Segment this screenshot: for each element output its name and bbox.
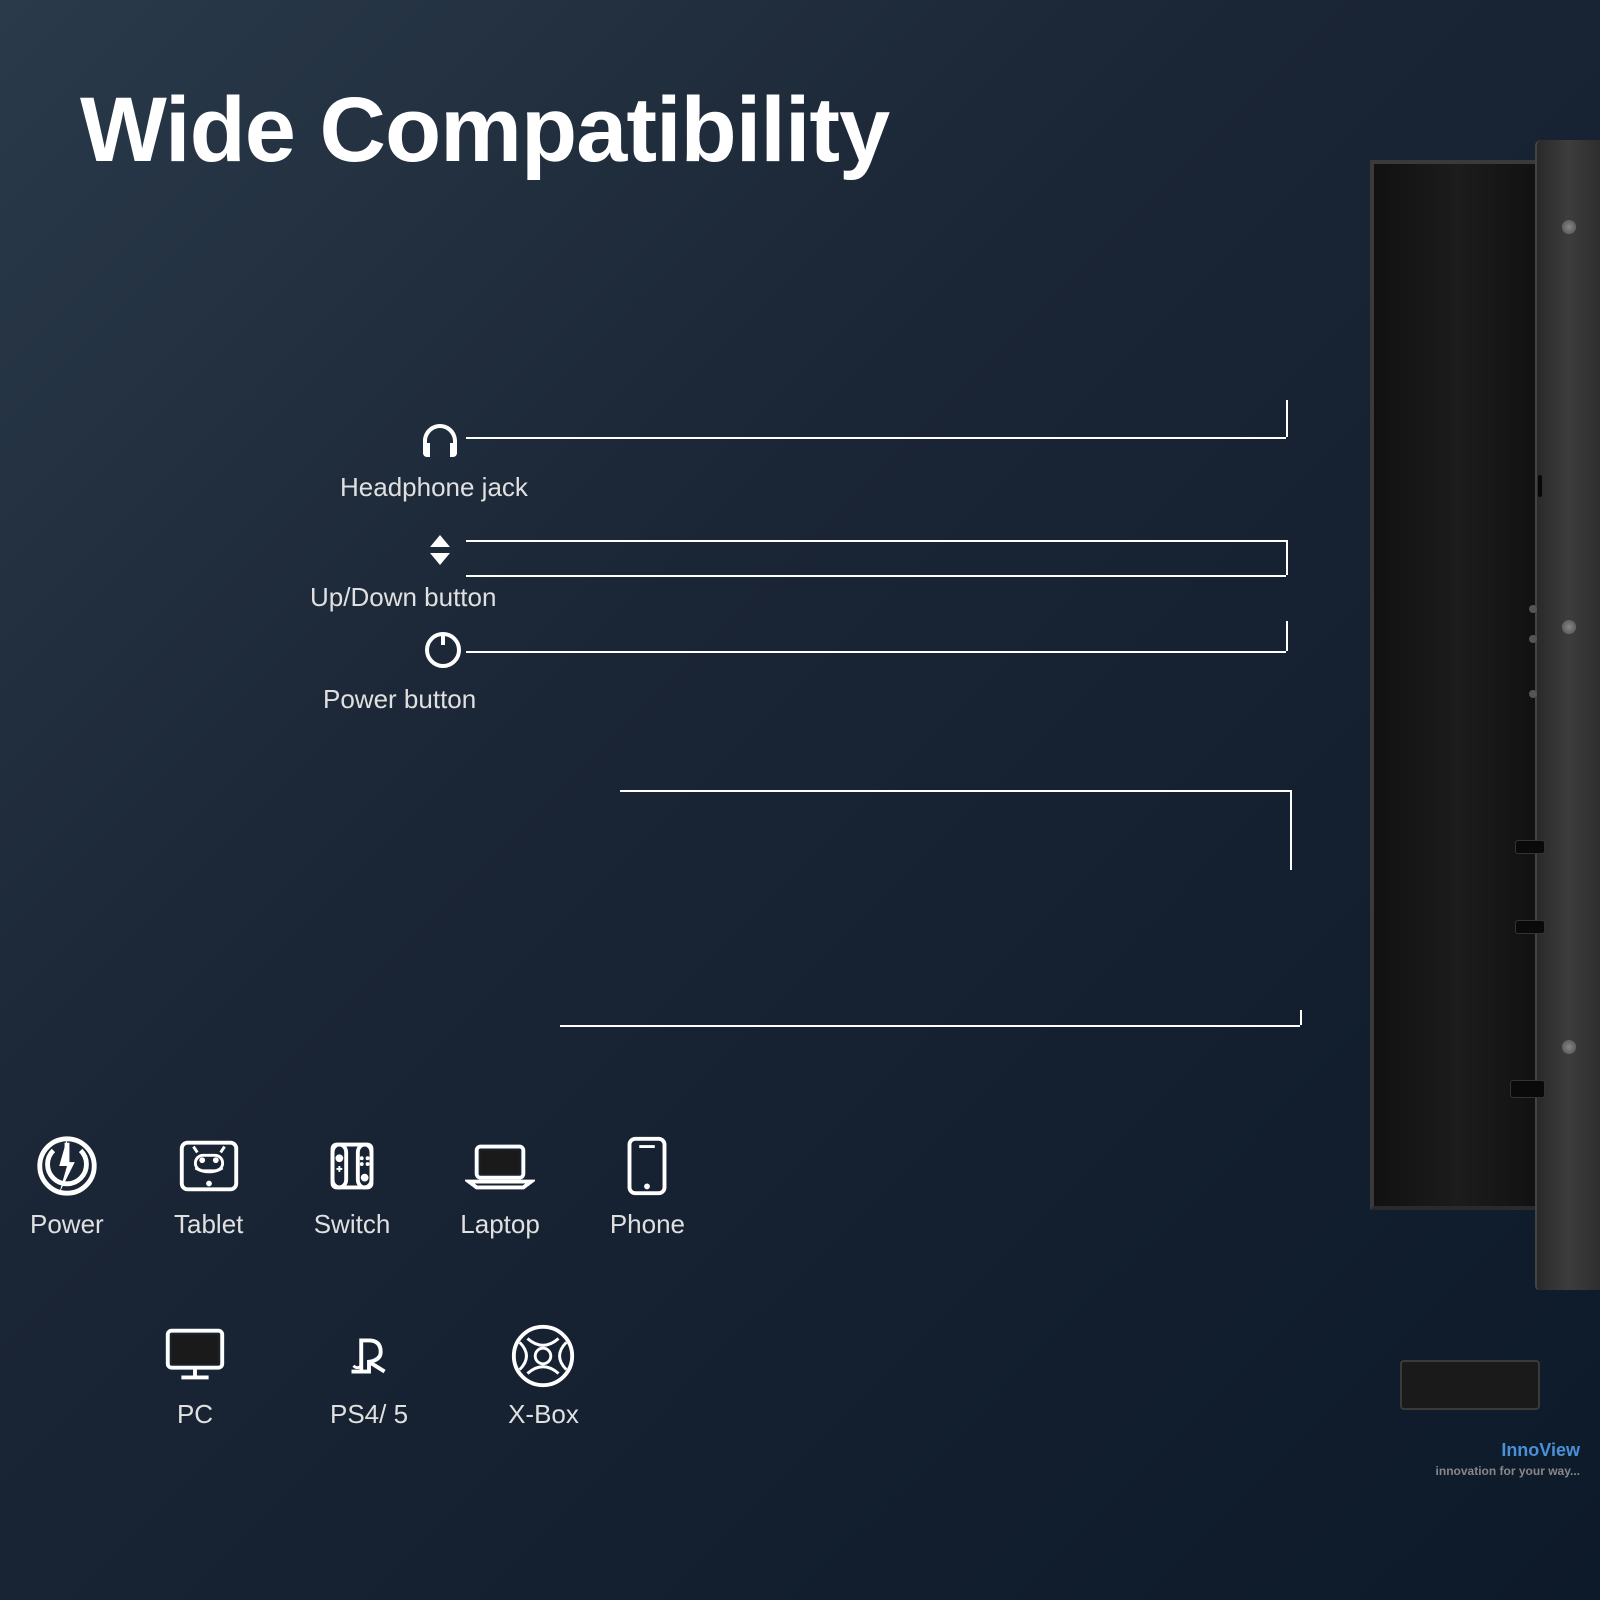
power-line	[466, 651, 1286, 653]
tablet-label: Tablet	[174, 1209, 243, 1240]
headphone-vline	[1286, 400, 1288, 437]
btn-down	[1529, 635, 1537, 643]
tablet-icon	[174, 1131, 244, 1201]
headphone-icon	[415, 418, 465, 468]
brand-watermark: InnoView innovation for your way...	[1436, 1438, 1580, 1480]
screw-bot	[1562, 1040, 1576, 1054]
switch-icon	[317, 1131, 387, 1201]
updown-icon	[415, 525, 465, 575]
monitor-device	[1250, 80, 1600, 1540]
power-btn-icon	[418, 625, 468, 675]
pc-label: PC	[177, 1399, 213, 1430]
compat-phone: Phone	[610, 1131, 685, 1240]
usbc-port-2	[1515, 920, 1545, 934]
power-icon	[32, 1131, 102, 1201]
main-container: Wide Compatibility	[0, 0, 1600, 1600]
phone-vline	[1290, 790, 1292, 870]
xbox-vline	[1300, 1010, 1302, 1025]
power-vline	[1286, 621, 1288, 651]
headphone-port	[1538, 475, 1542, 497]
laptop-icon	[465, 1131, 535, 1201]
phone-icon	[612, 1131, 682, 1201]
ps45-icon	[334, 1321, 404, 1391]
compat-switch: Switch	[314, 1131, 391, 1240]
updown-label: Up/Down button	[310, 582, 496, 613]
pc-icon	[160, 1321, 230, 1391]
monitor-panel	[1370, 160, 1540, 1210]
headphone-icon-area	[415, 418, 465, 473]
phone-label: Phone	[610, 1209, 685, 1240]
hdmi-port	[1510, 1080, 1545, 1098]
compat-xbox: X-Box	[508, 1321, 579, 1430]
xbox-line	[560, 1025, 1300, 1027]
screw-mid	[1562, 620, 1576, 634]
ps45-label: PS4/ 5	[330, 1399, 408, 1430]
phone-line	[620, 790, 1290, 792]
compat-tablet: Tablet	[174, 1131, 244, 1240]
power-diagram-label: Power button	[323, 684, 476, 715]
headphone-line	[466, 437, 1286, 439]
compat-ps45: PS4/ 5	[330, 1321, 408, 1430]
power-btn-icon-area	[418, 625, 468, 680]
xbox-label: X-Box	[508, 1399, 579, 1430]
usbc-port-1	[1515, 840, 1545, 854]
compat-laptop: Laptop	[460, 1131, 540, 1240]
xbox-icon	[508, 1321, 578, 1391]
monitor-stand	[1400, 1360, 1540, 1410]
brand-tagline: innovation for your way...	[1436, 1463, 1580, 1480]
compat-row-2: PC PS4/ 5 X-Box	[160, 1321, 579, 1430]
power-label: Power	[30, 1209, 104, 1240]
monitor-rail	[1535, 140, 1600, 1290]
brand-name: InnoView	[1436, 1438, 1580, 1463]
updown-line-bot	[466, 575, 1286, 577]
updown-line-top	[466, 540, 1286, 542]
btn-power	[1529, 690, 1537, 698]
headphone-label: Headphone jack	[340, 472, 528, 503]
screw-top	[1562, 220, 1576, 234]
compat-pc: PC	[160, 1321, 230, 1430]
page-title: Wide Compatibility	[80, 80, 889, 181]
compat-power: Power	[30, 1131, 104, 1240]
btn-up	[1529, 605, 1537, 613]
compat-row-1: Power Tablet	[30, 1131, 685, 1240]
switch-label: Switch	[314, 1209, 391, 1240]
updown-vline	[1286, 540, 1288, 575]
updown-icon-area	[415, 525, 465, 580]
laptop-label: Laptop	[460, 1209, 540, 1240]
